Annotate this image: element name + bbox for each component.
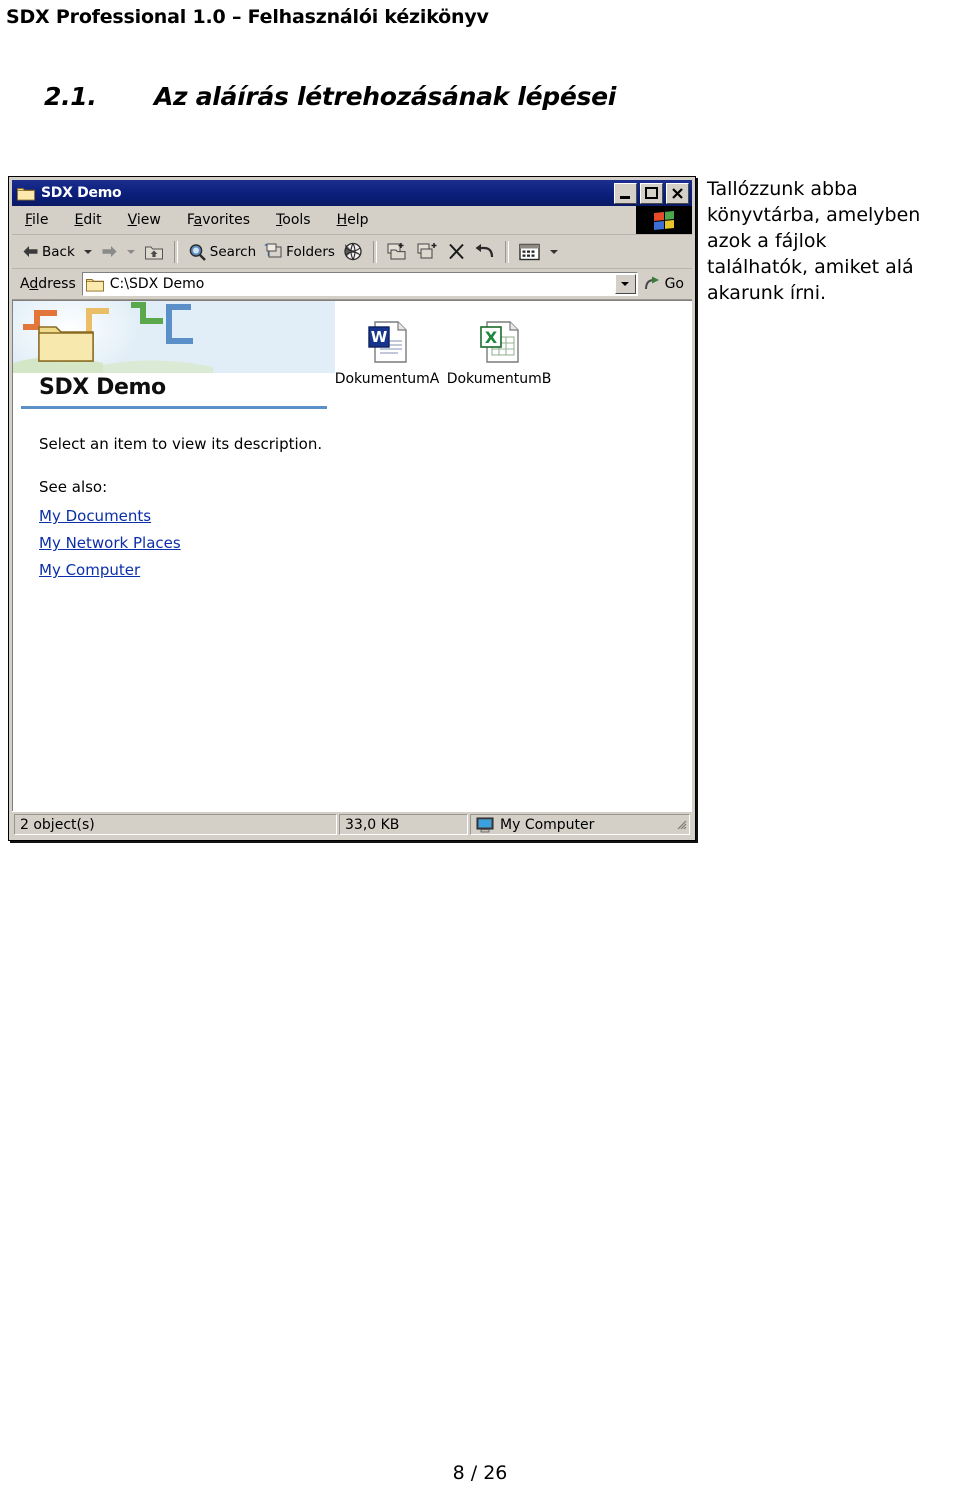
- body-line-5: akarunk írni.: [707, 282, 827, 304]
- status-location-label: My Computer: [500, 816, 595, 833]
- file-name: DokumentumB: [446, 371, 552, 387]
- maximize-button[interactable]: [640, 182, 663, 204]
- toolbar-separator-1: [173, 240, 178, 263]
- move-to-button[interactable]: [383, 239, 413, 265]
- search-button[interactable]: Search: [184, 239, 260, 265]
- address-dropdown-button[interactable]: [614, 274, 636, 294]
- body-line-4: találhatók, amiket alá: [707, 256, 914, 278]
- close-button[interactable]: [666, 182, 689, 204]
- menu-item-view[interactable]: View: [115, 212, 174, 228]
- body-paragraph: Tallózzunk abba könyvtárba, amelyben azo…: [707, 176, 960, 306]
- large-folder-icon: [38, 326, 94, 362]
- task-pane-title: SDX Demo: [39, 375, 166, 400]
- link-my-computer[interactable]: My Computer: [39, 557, 140, 584]
- forward-dropdown-icon[interactable]: [126, 249, 135, 254]
- folder-icon: [17, 186, 35, 201]
- link-my-network-places[interactable]: My Network Places: [39, 530, 181, 557]
- copy-to-folder-icon: [417, 243, 437, 259]
- go-button[interactable]: Go: [640, 276, 692, 292]
- status-total-size: 33,0 KB: [339, 814, 468, 835]
- search-icon: [189, 243, 206, 261]
- svg-text:X: X: [485, 328, 498, 347]
- body-line-1: Tallózzunk abba: [707, 178, 858, 200]
- section-title: Az aláírás létrehozásának lépései: [154, 82, 617, 111]
- menu-item-help[interactable]: Help: [324, 212, 382, 228]
- up-folder-icon: [144, 246, 163, 259]
- status-bar: 2 object(s) 33,0 KB My Computer: [12, 811, 692, 837]
- menu-item-tools[interactable]: Tools: [263, 212, 324, 228]
- see-also-label: See also:: [39, 478, 108, 496]
- undo-button[interactable]: [470, 239, 499, 265]
- views-button[interactable]: [515, 239, 545, 265]
- task-pane-banner: [13, 301, 335, 373]
- windows-logo-icon: [636, 206, 692, 234]
- status-location: My Computer: [470, 814, 690, 835]
- address-folder-icon: [85, 278, 104, 291]
- task-pane-body: Select an item to view its description. …: [13, 409, 335, 584]
- delete-button[interactable]: [443, 239, 470, 265]
- move-to-folder-icon: [387, 243, 406, 260]
- file-list-pane: W DokumentumA X DokumentumB: [335, 301, 692, 811]
- minimize-button[interactable]: [614, 182, 637, 204]
- toolbar-separator-2: [372, 240, 377, 263]
- search-label: Search: [209, 243, 257, 260]
- folders-label: Folders: [286, 243, 335, 260]
- word-document-icon: W: [368, 321, 407, 363]
- excel-document-icon: X: [480, 321, 519, 363]
- copy-to-button[interactable]: [413, 239, 443, 265]
- back-button[interactable]: Back: [18, 239, 79, 265]
- explorer-window-screenshot: SDX Demo File Edit View Favorites Tools …: [8, 176, 696, 841]
- go-arrow-icon: [644, 276, 659, 290]
- menu-item-favorites[interactable]: Favorites: [174, 212, 263, 228]
- window-title: SDX Demo: [41, 185, 122, 201]
- section-heading: 2.1. Az aláírás létrehozásának lépései: [44, 82, 924, 111]
- menu-bar: File Edit View Favorites Tools Help: [12, 206, 692, 235]
- forward-button[interactable]: [97, 239, 122, 265]
- body-line-2: könyvtárba, amelyben: [707, 204, 921, 226]
- svg-text:W: W: [371, 328, 388, 346]
- views-dropdown-icon[interactable]: [549, 249, 558, 254]
- menu-item-file[interactable]: File: [12, 212, 61, 228]
- address-value: C:\SDX Demo: [109, 276, 205, 292]
- toolbar-separator-3: [504, 240, 509, 263]
- page-number: 8 / 26: [452, 1462, 508, 1484]
- undo-arrow-icon: [475, 244, 494, 258]
- folders-button[interactable]: Folders: [260, 239, 339, 265]
- menu-item-edit[interactable]: Edit: [61, 212, 114, 228]
- body-line-3: azok a fájlok: [707, 230, 827, 252]
- file-item-dokumentuma[interactable]: W DokumentumA: [335, 319, 439, 387]
- address-input[interactable]: C:\SDX Demo: [81, 272, 638, 296]
- file-name: DokumentumA: [334, 371, 440, 387]
- address-bar: Address C:\SDX Demo Go: [12, 269, 692, 300]
- section-number: 2.1.: [44, 82, 97, 111]
- delete-x-icon: [449, 243, 464, 260]
- task-pane: SDX Demo Select an item to view its desc…: [13, 301, 335, 811]
- document-running-header: SDX Professional 1.0 – Felhasználói kézi…: [6, 6, 489, 28]
- history-button[interactable]: [339, 239, 367, 265]
- link-my-documents[interactable]: My Documents: [39, 503, 151, 530]
- folders-icon: [264, 243, 282, 258]
- file-item-dokumentumb[interactable]: X DokumentumB: [447, 319, 551, 387]
- explorer-content: SDX Demo Select an item to view its desc…: [12, 300, 692, 811]
- window-frame: SDX Demo File Edit View Favorites Tools …: [10, 178, 694, 839]
- back-label: Back: [42, 243, 75, 260]
- my-computer-icon: [476, 817, 494, 832]
- back-arrow-icon: [23, 246, 38, 257]
- toolbar: Back Search Folders: [12, 235, 692, 269]
- go-label: Go: [664, 276, 684, 292]
- address-label: Address: [20, 276, 76, 292]
- file-grid: W DokumentumA X DokumentumB: [335, 301, 692, 387]
- status-object-count: 2 object(s): [14, 814, 337, 835]
- resize-grip[interactable]: [673, 818, 689, 832]
- forward-arrow-icon: [102, 246, 117, 257]
- views-icon: [519, 243, 540, 260]
- up-button[interactable]: [140, 239, 168, 265]
- back-dropdown-icon[interactable]: [83, 249, 92, 254]
- window-titlebar: SDX Demo: [12, 180, 692, 206]
- history-globe-icon: [344, 242, 362, 261]
- task-pane-description: Select an item to view its description.: [39, 435, 323, 453]
- window-controls: [614, 182, 689, 204]
